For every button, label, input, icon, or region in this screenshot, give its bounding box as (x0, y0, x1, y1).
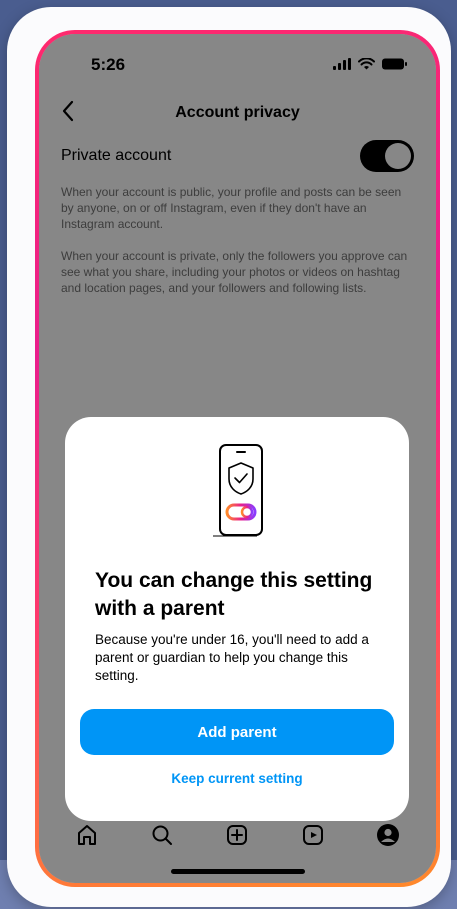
keep-current-setting-button[interactable]: Keep current setting (65, 771, 409, 786)
dialog-title: You can change this setting with a paren… (95, 569, 373, 620)
add-parent-button[interactable]: Add parent (80, 709, 394, 755)
dialog-body: Because you're under 16, you'll need to … (95, 632, 369, 683)
parent-permission-dialog: You can change this setting with a paren… (65, 417, 409, 821)
phone-screen: 5:26 Account privacy Private account Whe… (39, 34, 436, 883)
phone-shield-icon (213, 443, 273, 539)
phone-frame: 5:26 Account privacy Private account Whe… (35, 30, 440, 887)
